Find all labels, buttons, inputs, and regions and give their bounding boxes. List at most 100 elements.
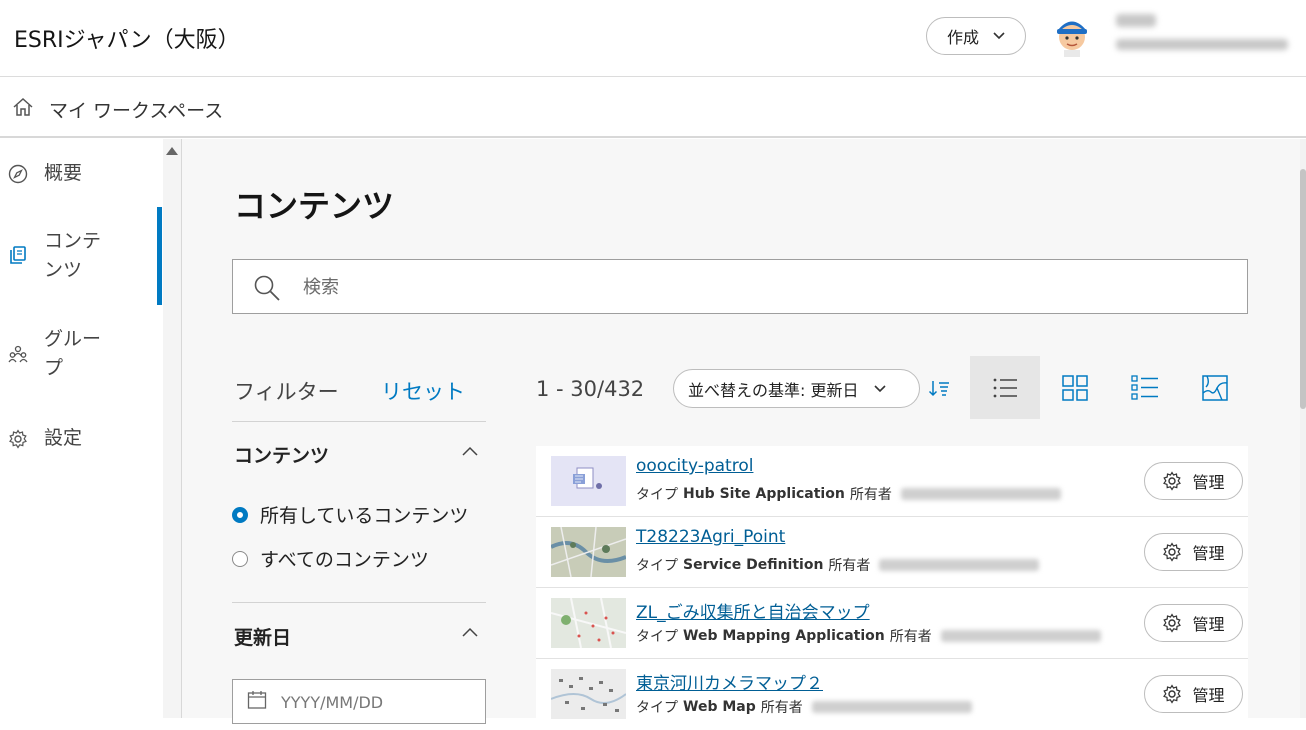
content-filter-title[interactable]: コンテンツ [234, 441, 329, 468]
item-type: Web Mapping Application [683, 628, 885, 644]
type-label: タイプ [636, 487, 678, 503]
sidebar-item-label: 設定 [44, 427, 83, 449]
item-thumbnail[interactable] [551, 527, 626, 577]
breadcrumb-workspace[interactable]: マイ ワークスペース [49, 96, 223, 123]
item-meta: タイプ Hub Site Application 所有者 [636, 484, 1061, 504]
owner-label: 所有者 [889, 629, 932, 645]
chevron-down-icon [874, 384, 887, 392]
sidebar-scrollbar[interactable] [163, 139, 181, 718]
avatar[interactable] [1054, 15, 1090, 57]
gear-icon [9, 429, 27, 449]
gear-icon [1163, 471, 1182, 491]
type-label: タイプ [636, 700, 678, 716]
top-bar: ESRIジャパン（大阪） 作成 [0, 0, 1306, 77]
list-view-button[interactable] [970, 356, 1040, 419]
owner-label: 所有者 [849, 487, 892, 503]
sidebar-item-overview[interactable]: 概要 [0, 159, 160, 189]
owner-redacted [811, 701, 972, 713]
home-icon[interactable] [12, 97, 34, 117]
manage-button[interactable]: 管理 [1144, 462, 1243, 500]
group-icon [8, 345, 28, 363]
active-indicator [157, 207, 162, 305]
map-thumbnail-icon [551, 598, 626, 648]
grid-icon [1062, 374, 1088, 401]
owner-label: 所有者 [760, 700, 803, 716]
item-type: Service Definition [683, 557, 824, 573]
map-view-button[interactable] [1180, 356, 1250, 419]
scrollbar-thumb[interactable] [1300, 169, 1306, 409]
item-thumbnail[interactable] [551, 669, 626, 719]
grid-view-button[interactable] [1040, 356, 1110, 419]
item-thumbnail[interactable] [551, 456, 626, 506]
manage-button[interactable]: 管理 [1144, 675, 1243, 713]
radio-label: 所有しているコンテンツ [260, 505, 469, 527]
sort-descending-icon[interactable] [928, 378, 950, 398]
divider [232, 421, 486, 422]
radio-owned-content[interactable]: 所有しているコンテンツ [232, 501, 468, 528]
radio-all-content[interactable]: すべてのコンテンツ [232, 545, 429, 572]
radio-button[interactable] [232, 506, 248, 523]
owner-redacted [879, 559, 1040, 571]
owner-label: 所有者 [828, 558, 871, 574]
user-info-redacted [1116, 14, 1288, 50]
radio-button[interactable] [232, 550, 248, 567]
sort-select[interactable]: 並べ替えの基準: 更新日 [673, 369, 920, 408]
sidebar-item-settings[interactable]: 設定 [0, 424, 160, 454]
item-meta: タイプ Web Map 所有者 [636, 697, 972, 717]
map-icon [1202, 374, 1228, 401]
item-title-link[interactable]: ooocity-patrol [636, 456, 753, 476]
item-title-link[interactable]: T28223Agri_Point [636, 527, 785, 547]
search-icon [254, 275, 280, 301]
search-input[interactable] [303, 272, 1203, 302]
type-label: タイプ [636, 629, 678, 645]
item-meta: タイプ Service Definition 所有者 [636, 555, 1040, 575]
manage-label: 管理 [1192, 615, 1225, 634]
main-scrollbar[interactable] [1300, 139, 1306, 718]
sidebar-item-label: 概要 [44, 162, 83, 184]
content-list: ooocity-patrol タイプ Hub Site Application … [536, 446, 1248, 726]
org-name[interactable]: ESRIジャパン（大阪） [14, 22, 240, 54]
scroll-up-arrow-icon[interactable] [166, 147, 178, 155]
reset-link[interactable]: リセット [381, 376, 465, 406]
result-count: 1 - 30/432 [536, 377, 645, 401]
type-label: タイプ [636, 558, 678, 574]
item-title-link[interactable]: ZL_ごみ収集所と自治会マップ [636, 598, 870, 623]
hub-site-icon [573, 467, 602, 489]
sort-label: 並べ替えの基準: 更新日 [688, 380, 859, 400]
item-thumbnail[interactable] [551, 598, 626, 648]
sidebar-item-label: コンテンツ [44, 230, 102, 281]
sidebar: 概要 コンテンツ グループ 設定 [0, 139, 182, 718]
sidebar-item-groups[interactable]: グループ [0, 325, 160, 385]
owner-redacted [900, 488, 1061, 500]
detail-list-view-button[interactable] [1110, 356, 1180, 419]
detail-list-icon [1131, 374, 1158, 400]
filter-heading: フィルター [234, 380, 339, 404]
calendar-icon [247, 691, 267, 709]
chevron-down-icon [993, 32, 1005, 40]
list-icon [993, 378, 1017, 397]
manage-label: 管理 [1192, 686, 1225, 705]
item-title-link[interactable]: 東京河川カメラマップ２ [636, 669, 823, 694]
manage-button[interactable]: 管理 [1144, 533, 1243, 571]
chevron-up-icon[interactable] [462, 446, 478, 456]
sidebar-item-content[interactable]: コンテンツ [0, 227, 160, 287]
chevron-up-icon[interactable] [462, 627, 478, 637]
modified-filter-title[interactable]: 更新日 [234, 623, 291, 650]
compass-icon [8, 164, 28, 184]
page-title: コンテンツ [234, 187, 395, 225]
list-item: ZL_ごみ収集所と自治会マップ タイプ Web Mapping Applicat… [536, 588, 1248, 659]
item-meta: タイプ Web Mapping Application 所有者 [636, 626, 1101, 646]
radio-label: すべてのコンテンツ [260, 549, 429, 571]
list-item: 東京河川カメラマップ２ タイプ Web Map 所有者 管理 [536, 659, 1248, 730]
sidebar-item-label: グループ [44, 328, 102, 379]
list-item: ooocity-patrol タイプ Hub Site Application … [536, 446, 1248, 517]
date-field[interactable] [232, 679, 486, 724]
list-item: T28223Agri_Point タイプ Service Definition … [536, 517, 1248, 588]
manage-label: 管理 [1192, 544, 1225, 563]
item-type: Web Map [683, 699, 756, 715]
gear-icon [1163, 542, 1182, 562]
create-button[interactable]: 作成 [926, 17, 1026, 55]
manage-button[interactable]: 管理 [1144, 604, 1243, 642]
date-input[interactable] [281, 690, 471, 714]
search-box[interactable] [232, 259, 1248, 314]
